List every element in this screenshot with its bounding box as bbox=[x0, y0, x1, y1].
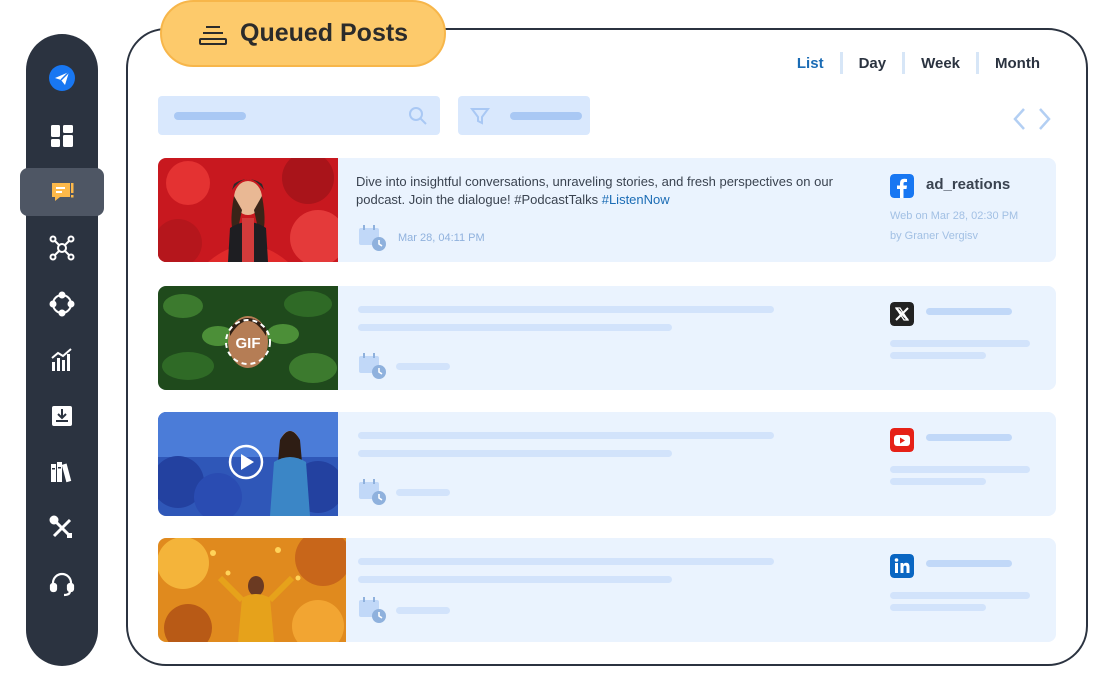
calendar-clock-icon bbox=[359, 479, 386, 505]
text-placeholder bbox=[358, 324, 672, 331]
time-placeholder bbox=[396, 362, 450, 370]
send-icon[interactable] bbox=[20, 54, 104, 102]
chevron-left-icon[interactable] bbox=[1012, 106, 1028, 132]
text-placeholder bbox=[358, 558, 774, 565]
posts-icon[interactable] bbox=[20, 168, 104, 216]
meta-placeholder bbox=[890, 592, 1030, 599]
youtube-icon bbox=[890, 428, 914, 452]
sidebar bbox=[20, 34, 104, 666]
text-placeholder bbox=[358, 450, 672, 457]
text-placeholder bbox=[358, 306, 774, 313]
tab-day[interactable]: Day bbox=[843, 55, 903, 72]
meta-placeholder bbox=[890, 340, 1030, 347]
library-icon[interactable] bbox=[20, 448, 104, 496]
post-body-text: Dive into insightful conversations, unra… bbox=[356, 174, 833, 207]
post-thumbnail: GIF bbox=[158, 286, 338, 390]
post-thumbnail bbox=[158, 158, 338, 262]
pager bbox=[1012, 106, 1056, 132]
post-card[interactable] bbox=[158, 538, 1056, 642]
post-source: Web on Mar 28, 02:30 PM bbox=[890, 210, 1019, 222]
meta-placeholder bbox=[890, 604, 986, 611]
post-schedule: Mar 28, 04:11 PM bbox=[358, 224, 485, 252]
analytics-icon[interactable] bbox=[20, 336, 104, 384]
text-placeholder bbox=[358, 432, 774, 439]
filter-dropdown[interactable] bbox=[458, 96, 590, 135]
post-author: by Graner Vergisv bbox=[890, 230, 979, 242]
connections-icon[interactable] bbox=[20, 280, 104, 328]
search-icon[interactable] bbox=[408, 106, 428, 126]
linkedin-icon bbox=[890, 554, 914, 578]
time-placeholder bbox=[396, 488, 450, 496]
dashboard-icon[interactable] bbox=[20, 112, 104, 160]
time-placeholder bbox=[396, 606, 450, 614]
support-icon[interactable] bbox=[20, 560, 104, 608]
post-card[interactable]: Dive into insightful conversations, unra… bbox=[158, 158, 1056, 262]
account-placeholder bbox=[926, 560, 1012, 567]
queue-icon bbox=[199, 25, 227, 45]
scheduled-time: Mar 28, 04:11 PM bbox=[398, 232, 485, 244]
text-placeholder bbox=[358, 576, 672, 583]
tab-month[interactable]: Month bbox=[979, 55, 1056, 72]
post-card[interactable] bbox=[158, 412, 1056, 516]
calendar-clock-icon bbox=[359, 353, 386, 379]
page-title: Queued Posts bbox=[240, 19, 409, 47]
page-title-badge: Queued Posts bbox=[160, 0, 446, 67]
calendar-clock-icon bbox=[359, 225, 386, 251]
x-icon bbox=[890, 302, 914, 326]
account-placeholder bbox=[926, 434, 1012, 441]
tab-week[interactable]: Week bbox=[905, 55, 976, 72]
post-card[interactable]: GIF bbox=[158, 286, 1056, 390]
calendar-clock-icon bbox=[359, 597, 386, 623]
account-placeholder bbox=[926, 308, 1012, 315]
inbox-icon[interactable] bbox=[20, 392, 104, 440]
meta-placeholder bbox=[890, 352, 986, 359]
post-schedule bbox=[358, 478, 450, 506]
search-placeholder-bar bbox=[174, 112, 246, 120]
meta-placeholder bbox=[890, 466, 1030, 473]
tab-list[interactable]: List bbox=[781, 55, 840, 72]
post-schedule bbox=[358, 352, 450, 380]
post-schedule bbox=[358, 596, 450, 624]
hashtag-link[interactable]: #ListenNow bbox=[602, 192, 670, 207]
post-thumbnail bbox=[158, 412, 338, 516]
gif-badge: GIF bbox=[236, 335, 261, 352]
filter-icon bbox=[470, 108, 490, 125]
account-name: ad_reations bbox=[926, 176, 1011, 193]
post-body: Dive into insightful conversations, unra… bbox=[356, 173, 836, 209]
network-icon[interactable] bbox=[20, 224, 104, 272]
facebook-icon bbox=[890, 174, 914, 198]
view-tabs: List Day Week Month bbox=[781, 52, 1056, 74]
chevron-right-icon[interactable] bbox=[1036, 106, 1052, 132]
filter-placeholder-bar bbox=[510, 112, 582, 120]
meta-placeholder bbox=[890, 478, 986, 485]
tools-icon[interactable] bbox=[20, 504, 104, 552]
post-thumbnail bbox=[158, 538, 346, 642]
search-input[interactable] bbox=[158, 96, 440, 135]
